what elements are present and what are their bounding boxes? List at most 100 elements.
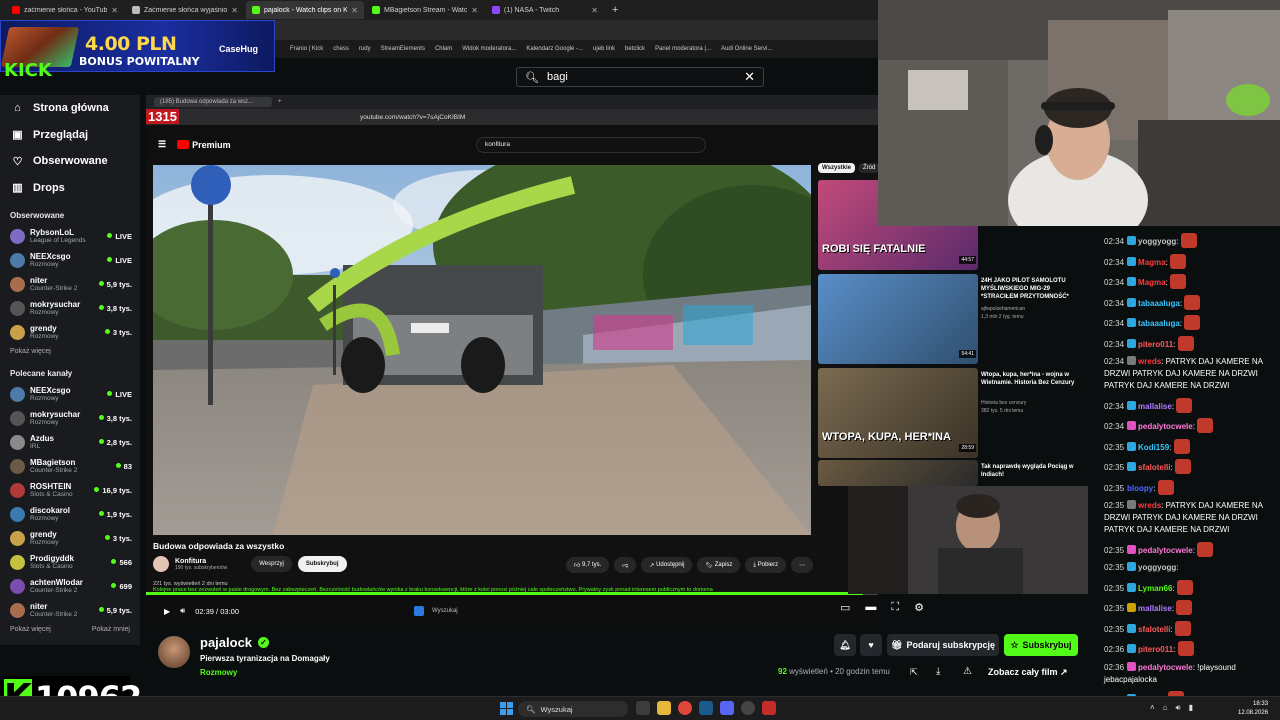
report-icon[interactable]: ⚠ — [963, 666, 972, 677]
volume-icon[interactable]: 🔊︎ — [1176, 703, 1181, 713]
chevron-up-icon[interactable]: ˄ — [1150, 703, 1155, 713]
channel-item[interactable]: NEEXcsgo Rozmowy LIVE — [0, 382, 140, 406]
chrome-icon[interactable] — [678, 701, 692, 715]
streamer-name[interactable]: pajalock — [200, 635, 252, 650]
miniplayer-icon[interactable]: ▬ — [865, 601, 876, 614]
theater-icon[interactable]: ▭ — [840, 601, 850, 614]
close-icon[interactable]: ✕ — [471, 6, 478, 15]
chat-username[interactable]: mallalise — [1138, 402, 1172, 411]
bookmark-item[interactable]: Panel moderatora |... — [655, 46, 711, 52]
sidebar-item-home[interactable]: ⌂ Strona główna — [0, 95, 140, 122]
chat-username[interactable]: Magma — [1138, 278, 1166, 287]
task-view-icon[interactable] — [636, 701, 650, 715]
bookmark-item[interactable]: StreamElements — [381, 46, 425, 52]
close-icon[interactable]: ✕ — [231, 6, 238, 15]
channel-item[interactable]: discokarol Rozmowy 1,9 tys. — [0, 502, 140, 526]
channel-item[interactable]: NEEXcsgo Rozmowy LIVE — [0, 248, 140, 272]
steam-icon[interactable] — [699, 701, 713, 715]
fullscreen-icon[interactable]: ⛶ — [891, 601, 899, 614]
chat-username[interactable]: Magma — [1138, 258, 1166, 267]
bookmark-item[interactable]: Chłam — [435, 46, 452, 52]
chat-username[interactable]: wreds — [1138, 357, 1161, 366]
recommended-show-more[interactable]: Pokaż więcej — [10, 626, 51, 633]
gift-sub-button[interactable]: 🎁︎ Podaruj subskrypcję — [887, 634, 999, 656]
chat-username[interactable]: tabaaaluga — [1138, 299, 1180, 308]
download-icon[interactable]: ⤓ — [936, 666, 940, 677]
bookmark-item[interactable]: ujeb link — [593, 46, 615, 52]
stream-category[interactable]: Rozmowy — [200, 668, 237, 677]
subscribe-button[interactable]: ☆ Subskrybuj — [1004, 634, 1078, 656]
battery-icon[interactable]: ▮ — [1189, 703, 1193, 713]
bookmark-item[interactable]: Widok moderatora... — [462, 46, 516, 52]
obs-icon[interactable] — [741, 701, 755, 715]
chat-username[interactable]: pedalytocwele — [1138, 546, 1193, 555]
follow-button[interactable]: ♥ — [860, 634, 882, 656]
channel-item[interactable]: MBagietson Counter-Strike 2 83 — [0, 454, 140, 478]
search-input[interactable]: 🔍︎ bagi ✕ — [516, 67, 764, 87]
close-icon[interactable]: ✕ — [591, 6, 598, 15]
chat-username[interactable]: yoggyogg — [1138, 237, 1176, 246]
brave-icon[interactable] — [762, 701, 776, 715]
bookmark-item[interactable]: Franio | Kick — [290, 46, 323, 52]
sidebar-item-browse[interactable]: ▣ Przeglądaj — [0, 122, 140, 149]
sidebar-item-drops[interactable]: ▥ Drops — [0, 175, 140, 202]
chat-username[interactable]: pedalytocwele — [1138, 663, 1193, 672]
channel-item[interactable]: grendy Rozmowy 3 tys. — [0, 526, 140, 550]
taskbar-search[interactable]: 🔍︎ Wyszukaj — [518, 701, 628, 717]
notification-button[interactable]: 🔔︎ — [834, 634, 856, 656]
chat-username[interactable]: yoggyogg — [1138, 563, 1176, 572]
channel-item[interactable]: ROSHTEIN Slots & Casino 16,9 tys. — [0, 478, 140, 502]
chat-username[interactable]: pedalytocwele — [1138, 422, 1193, 431]
chat-username[interactable]: pitero011 — [1138, 645, 1173, 654]
browser-tab[interactable]: (1) NASA - Twitch ✕ — [486, 1, 604, 19]
channel-item[interactable]: mokrysuchar Rozmowy 3,8 tys. — [0, 406, 140, 430]
stream-player[interactable]: (185) Budowa odpowiada za wsz... + 1315 … — [146, 95, 878, 627]
streamer-avatar[interactable] — [156, 634, 192, 670]
chat-username[interactable]: Lyman66 — [1138, 584, 1172, 593]
share-icon[interactable]: ⇱ — [910, 667, 918, 678]
kick-logo[interactable]: KICK — [4, 60, 52, 81]
new-tab-button[interactable]: + — [606, 4, 624, 16]
chat-username[interactable]: tabaaaluga — [1138, 319, 1180, 328]
bookmark-item[interactable]: rudy — [359, 46, 371, 52]
chat-username[interactable]: Kodi159 — [1138, 443, 1169, 452]
youtube-search-value: konfitura — [485, 141, 510, 148]
browser-tab[interactable]: zaćmienie słońca - YouTube ✕ — [6, 1, 124, 19]
file-explorer-icon[interactable] — [657, 701, 671, 715]
play-icon[interactable]: ▶ — [164, 607, 170, 616]
channel-item[interactable]: Prodigyddk Slots & Casino 566 — [0, 550, 140, 574]
recommended-show-less[interactable]: Pokaż mniej — [92, 626, 130, 633]
watch-full-video-link[interactable]: Zobacz cały film ↗ — [988, 667, 1068, 678]
channel-item[interactable]: niter Counter-Strike 2 5,9 tys. — [0, 272, 140, 296]
channel-item[interactable]: RybsonLoL League of Legends LIVE — [0, 224, 140, 248]
sidebar-item-heart[interactable]: ♡ Obserwowane — [0, 148, 140, 175]
chat-username[interactable]: wreds — [1138, 501, 1161, 510]
channel-item[interactable]: Azdus IRL 2,8 tys. — [0, 430, 140, 454]
browser-tab[interactable]: pajalock - Watch clips on Kick ✕ — [246, 1, 364, 19]
channel-item[interactable]: mokrysuchar Rozmowy 3,8 tys. — [0, 296, 140, 320]
browser-tab[interactable]: Zaćmienie słońca wyjaśnione ✕ — [126, 1, 244, 19]
bookmark-item[interactable]: Kalendarz Google -... — [526, 46, 583, 52]
bookmark-item[interactable]: chess — [333, 46, 349, 52]
followed-show-more[interactable]: Pokaż więcej — [0, 344, 140, 359]
browser-tab[interactable]: MBagietson Stream - Watch Li...✕ — [366, 1, 484, 19]
chat-username[interactable]: bloopy — [1127, 484, 1153, 493]
close-icon[interactable]: ✕ — [351, 6, 358, 15]
bookmark-item[interactable]: Audi Online Servi... — [721, 46, 772, 52]
chat-username[interactable]: sfalotelli — [1138, 463, 1170, 472]
channel-item[interactable]: grendy Rozmowy 3 tys. — [0, 320, 140, 344]
discord-icon[interactable] — [720, 701, 734, 715]
chat-username[interactable]: pitero011 — [1138, 340, 1173, 349]
chat-username[interactable]: mallalise — [1138, 604, 1172, 613]
taskbar-clock[interactable]: 18:33 12.08.2026 — [1238, 700, 1268, 718]
settings-icon[interactable]: ⚙ — [914, 601, 924, 614]
bookmark-item[interactable]: betclick — [625, 46, 645, 52]
close-icon[interactable]: ✕ — [111, 6, 118, 15]
chat-username[interactable]: sfalotelli — [1138, 625, 1170, 634]
volume-icon[interactable]: 🔊︎ — [180, 606, 185, 616]
channel-item[interactable]: niter Counter-Strike 2 5,9 tys. — [0, 598, 140, 622]
start-icon[interactable] — [500, 702, 513, 715]
close-icon[interactable]: ✕ — [744, 69, 755, 85]
channel-item[interactable]: achtenWlodar Counter-Strike 2 699 — [0, 574, 140, 598]
network-icon[interactable]: ⌂ — [1163, 703, 1168, 713]
